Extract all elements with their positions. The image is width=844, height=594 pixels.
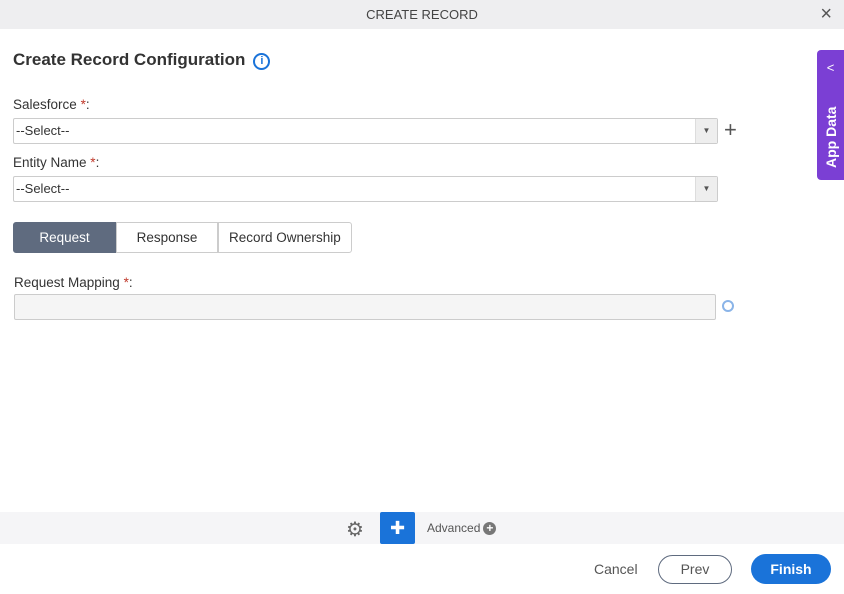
entity-name-select[interactable]: --Select-- ▼	[13, 176, 718, 202]
bottom-toolbar	[0, 512, 844, 544]
gear-icon[interactable]: ⚙	[346, 517, 364, 542]
chevron-left-icon: <	[826, 60, 835, 75]
page-title: Create Record Configuration i	[13, 50, 271, 70]
dialog-title: CREATE RECORD	[366, 7, 478, 22]
close-icon[interactable]: ×	[820, 0, 832, 29]
entity-name-label: Entity Name *:	[13, 155, 100, 170]
tab-request[interactable]: Request	[13, 222, 116, 253]
tab-response[interactable]: Response	[116, 222, 218, 253]
chevron-down-icon[interactable]: ▼	[695, 119, 717, 143]
cancel-button[interactable]: Cancel	[594, 561, 638, 577]
salesforce-label-text: Salesforce	[13, 97, 77, 112]
puzzle-icon[interactable]: ✚	[380, 512, 415, 544]
search-icon[interactable]	[722, 300, 734, 312]
entity-value: --Select--	[16, 181, 70, 196]
required-mark: *	[90, 155, 96, 170]
app-data-panel-toggle[interactable]: < App Data	[817, 50, 844, 180]
dialog-titlebar: CREATE RECORD ×	[0, 0, 844, 29]
finish-button[interactable]: Finish	[751, 554, 831, 584]
request-mapping-label: Request Mapping *:	[14, 275, 133, 290]
required-mark: *	[80, 97, 86, 112]
mapping-label-text: Request Mapping	[14, 275, 120, 290]
salesforce-label: Salesforce *:	[13, 97, 90, 112]
entity-label-text: Entity Name	[13, 155, 87, 170]
advanced-label: Advanced	[427, 521, 481, 535]
plus-circle-icon: +	[483, 522, 497, 535]
salesforce-select[interactable]: --Select-- ▼	[13, 118, 718, 144]
tab-record-ownership[interactable]: Record Ownership	[218, 222, 352, 253]
app-data-label: App Data	[823, 106, 839, 168]
advanced-button[interactable]: Advanced +	[427, 521, 497, 535]
tabs: Request Response Record Ownership	[13, 222, 352, 253]
request-mapping-input[interactable]	[14, 294, 716, 320]
info-icon[interactable]: i	[253, 53, 271, 70]
prev-button[interactable]: Prev	[658, 555, 732, 584]
page-title-text: Create Record Configuration	[13, 50, 246, 69]
add-icon[interactable]: +	[724, 117, 737, 143]
required-mark: *	[123, 275, 129, 290]
chevron-down-icon[interactable]: ▼	[695, 177, 717, 201]
salesforce-value: --Select--	[16, 123, 70, 138]
